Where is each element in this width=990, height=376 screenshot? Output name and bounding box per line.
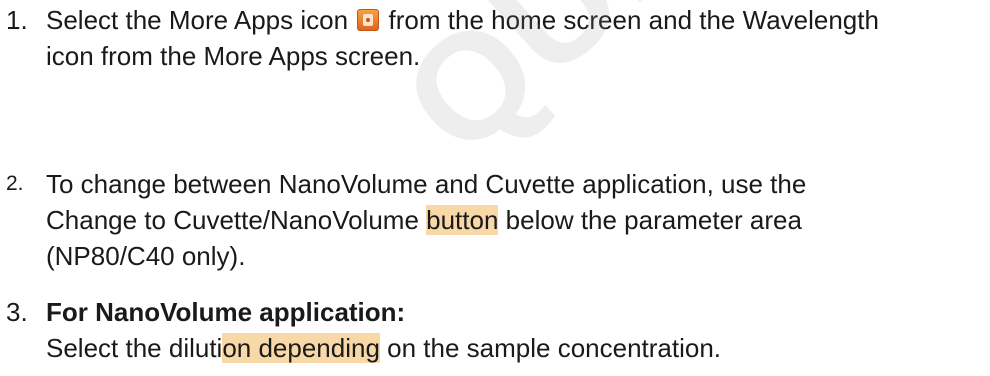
- step-body: Select the More Apps icon from the home …: [46, 2, 984, 74]
- step-number: 2.: [6, 172, 24, 195]
- step-text: from the home screen and the Wavelength: [388, 5, 879, 35]
- step-text: Change to Cuvette/NanoVolume: [46, 205, 427, 235]
- step-line: Select the More Apps icon from the home …: [46, 2, 984, 38]
- step-number: 3.: [6, 297, 28, 327]
- step-text: on the sample concentration.: [379, 333, 722, 363]
- step-heading: For NanoVolume application:: [46, 297, 406, 327]
- step-line: Change to Cuvette/NanoVolume button belo…: [46, 202, 984, 238]
- more-apps-icon: [357, 9, 380, 31]
- step-text: Select the More Apps icon: [46, 5, 349, 35]
- step-2: 2. To change between NanoVolume and Cuve…: [6, 166, 984, 274]
- step-line: To change between NanoVolume and Cuvette…: [46, 169, 807, 199]
- step-body: To change between NanoVolume and Cuvette…: [46, 166, 984, 274]
- step-text: below the parameter area: [498, 205, 802, 235]
- step-text: Select the diluti: [46, 333, 223, 363]
- highlighted-text: on depending: [222, 333, 380, 363]
- step-body: For NanoVolume application: Select the d…: [46, 294, 984, 366]
- step-line: icon from the More Apps screen.: [46, 41, 421, 71]
- highlighted-text: button: [426, 205, 499, 235]
- step-line: (NP80/C40 only).: [46, 241, 246, 271]
- step-number: 1.: [6, 5, 28, 35]
- step-3: 3. For NanoVolume application: Select th…: [6, 294, 984, 366]
- step-1: 1. Select the More Apps icon from the ho…: [6, 2, 984, 74]
- step-line: Select the dilution depending on the sam…: [46, 330, 984, 366]
